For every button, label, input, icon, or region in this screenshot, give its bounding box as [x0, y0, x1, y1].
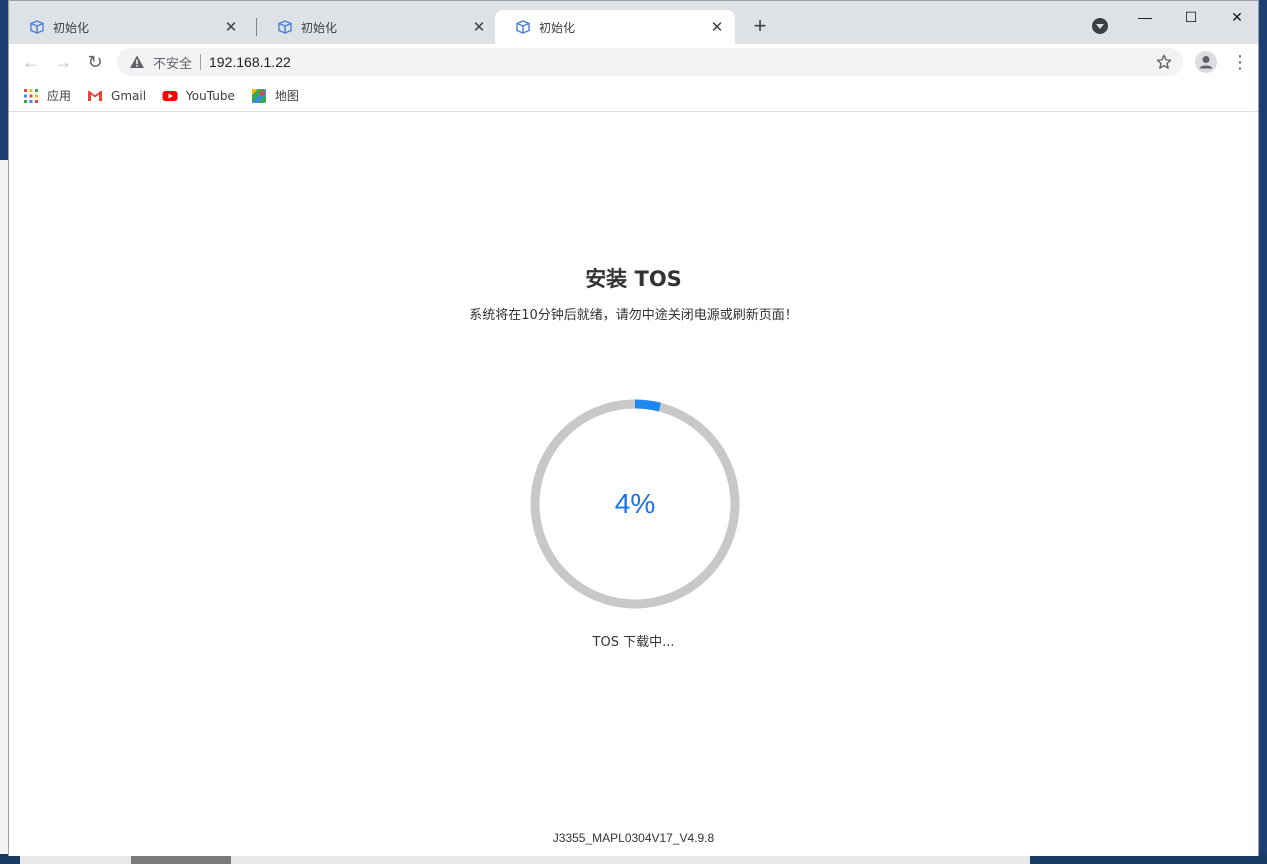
tab-title: 初始化 [301, 20, 338, 35]
tab-title: 初始化 [53, 20, 90, 35]
bookmark-gmail[interactable]: Gmail [87, 88, 146, 104]
page-title: 安装 TOS [585, 267, 682, 291]
tab-strip: 初始化 ✕ 初始化 ✕ 初始化 ✕ + — ☐ ✕ [9, 1, 1258, 44]
youtube-icon [162, 90, 178, 101]
close-tab-icon[interactable]: ✕ [471, 18, 487, 36]
tab-3-active[interactable]: 初始化 ✕ [495, 10, 735, 44]
close-window-button[interactable]: ✕ [1214, 6, 1260, 28]
minimize-button[interactable]: — [1122, 6, 1168, 28]
page-content: 安装 TOS 系统将在10分钟后就绪，请勿中途关闭电源或刷新页面！ 4% TOS… [9, 113, 1258, 856]
profile-avatar-icon[interactable] [1195, 51, 1217, 73]
bookmark-label: 应用 [47, 89, 72, 103]
tab-search-icon[interactable] [1092, 18, 1108, 34]
close-tab-icon[interactable]: ✕ [709, 18, 725, 36]
progress-percentage: 4% [614, 488, 656, 519]
url-divider [200, 54, 202, 70]
box-icon [30, 20, 44, 34]
bookmark-maps[interactable]: 地图 [251, 87, 299, 104]
new-tab-button[interactable]: + [748, 15, 772, 39]
gmail-icon [88, 90, 103, 101]
bookmark-youtube[interactable]: YouTube [162, 88, 235, 104]
back-button[interactable]: ← [19, 50, 43, 74]
page-subtitle: 系统将在10分钟后就绪，请勿中途关闭电源或刷新页面！ [469, 308, 798, 323]
firmware-version: J3355_MAPL0304V17_V4.9.8 [552, 831, 715, 845]
url-text[interactable]: 192.168.1.22 [209, 54, 291, 70]
bookmark-label: Gmail [111, 88, 147, 103]
box-icon [516, 20, 530, 34]
box-icon [278, 20, 292, 34]
bookmark-label: YouTube [186, 88, 235, 103]
bookmark-label: 地图 [274, 89, 299, 103]
browser-toolbar: ← → ↻ 不安全 192.168.1.22 ⋮ [9, 44, 1258, 80]
maximize-button[interactable]: ☐ [1168, 6, 1214, 28]
bookmark-apps[interactable]: 应用 [23, 87, 71, 104]
reload-button[interactable]: ↻ [83, 50, 107, 74]
bookmarks-bar: 应用 Gmail YouTube 地图 [9, 80, 1258, 112]
download-status: TOS 下载中... [592, 635, 675, 650]
tab-1[interactable]: 初始化 ✕ [9, 10, 249, 44]
browser-window: 初始化 ✕ 初始化 ✕ 初始化 ✕ + — ☐ ✕ ← → ↻ 不安全 192.… [8, 0, 1259, 856]
apps-grid-icon [24, 88, 38, 103]
insecure-label[interactable]: 不安全 [153, 53, 192, 72]
close-tab-icon[interactable]: ✕ [223, 18, 239, 36]
bookmark-star-icon[interactable] [1155, 53, 1173, 71]
person-icon [1199, 56, 1213, 69]
tab-2[interactable]: 初始化 ✕ [257, 10, 497, 44]
more-menu-icon[interactable]: ⋮ [1231, 50, 1249, 74]
warning-icon[interactable] [129, 54, 145, 70]
tab-title: 初始化 [539, 20, 576, 35]
forward-button[interactable]: → [51, 50, 75, 74]
maps-icon [251, 88, 266, 103]
address-bar[interactable]: 不安全 192.168.1.22 [117, 48, 1183, 76]
